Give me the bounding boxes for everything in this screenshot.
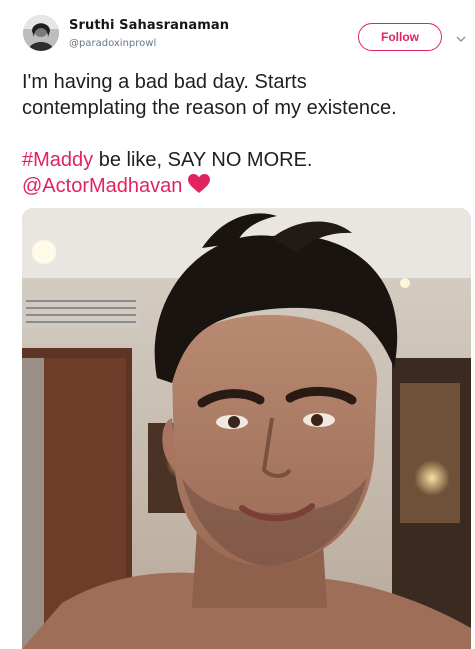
tweet-line: I'm having a bad bad day. Starts bbox=[22, 71, 307, 93]
tweet-photo[interactable] bbox=[22, 208, 471, 649]
hashtag-link[interactable]: #Maddy bbox=[22, 149, 93, 171]
tweet-line: @ActorMadhavan bbox=[22, 173, 462, 199]
avatar[interactable] bbox=[23, 15, 59, 51]
tweet-line: #Maddy be like, SAY NO MORE. bbox=[22, 147, 462, 173]
mention-link[interactable]: @ActorMadhavan bbox=[22, 175, 182, 197]
author-handle[interactable]: @paradoxinprowl bbox=[69, 38, 156, 49]
follow-button-label: Follow bbox=[381, 30, 419, 44]
follow-button[interactable]: Follow bbox=[358, 23, 442, 51]
tweet-text: I'm having a bad bad day. Starts contemp… bbox=[22, 69, 462, 199]
chevron-down-icon[interactable] bbox=[456, 31, 466, 43]
heart-icon bbox=[188, 174, 211, 194]
tweet-line-text: be like, SAY NO MORE. bbox=[93, 149, 313, 171]
tweet-line: contemplating the reason of my existence… bbox=[22, 97, 397, 119]
tweet-header: Sruthi Sahasranaman @paradoxinprowl Foll… bbox=[0, 0, 475, 62]
author-name[interactable]: Sruthi Sahasranaman bbox=[69, 18, 229, 33]
